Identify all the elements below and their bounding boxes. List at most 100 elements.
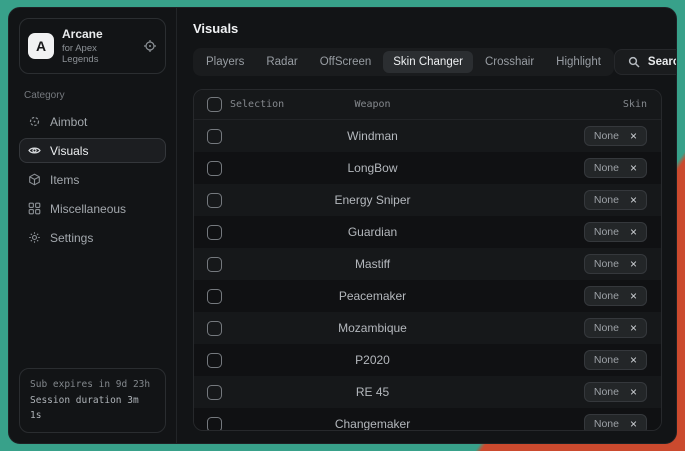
skin-value-label: None [594,418,619,430]
skin-value-label: None [594,162,619,174]
app-title: Arcane [62,27,135,41]
clear-skin-icon[interactable]: × [630,130,637,142]
tab-crosshair[interactable]: Crosshair [475,51,544,73]
row-checkbox[interactable] [207,225,222,240]
app-logo: A [28,33,54,59]
skin-select-badge[interactable]: None × [584,318,647,338]
clear-skin-icon[interactable]: × [630,418,637,430]
skin-value-label: None [594,258,619,270]
tab-highlight[interactable]: Highlight [546,51,611,73]
row-checkbox[interactable] [207,289,222,304]
sidebar-item-items[interactable]: Items [19,167,166,192]
row-skin-cell: None × [415,222,661,242]
table-row: PeacemakerNone× [194,280,661,312]
clear-skin-icon[interactable]: × [630,162,637,174]
app-subtitle: for Apex Legends [62,43,135,65]
weapon-name: RE 45 [330,385,415,399]
row-checkbox[interactable] [207,161,222,176]
sidebar: A Arcane for Apex Legends Category Aimbo… [9,8,177,443]
table-row: Mastiff None × [194,248,661,280]
table-body: WindmanNone×LongBowNone×Energy SniperNon… [194,120,661,431]
row-skin-cell: None× [415,350,661,370]
skin-select-badge[interactable]: None× [584,350,647,370]
weapon-name: P2020 [330,353,415,367]
table-row: P2020 None× [194,344,661,376]
sidebar-item-label: Visuals [50,144,88,158]
table-row: Energy Sniper None × [194,184,661,216]
gear-icon [28,231,41,244]
arcane-app-window: A Arcane for Apex Legends Category Aimbo… [8,7,677,444]
skin-select-badge[interactable]: None × [584,158,647,178]
row-checkbox[interactable] [207,193,222,208]
search-button[interactable]: Search [614,49,677,75]
skin-value-label: None [594,322,619,334]
page-title: Visuals [193,21,662,36]
skin-select-badge[interactable]: None× [584,286,647,306]
row-skin-cell: None× [415,286,661,306]
main-panel: Visuals PlayersRadarOffScreenSkin Change… [177,8,676,443]
row-checkbox[interactable] [207,417,222,432]
row-checkbox[interactable] [207,385,222,400]
sidebar-item-visuals[interactable]: Visuals [19,138,166,163]
tab-players[interactable]: Players [196,51,254,73]
skin-column-header: Skin [415,99,661,110]
search-icon [628,56,640,68]
skin-select-badge[interactable]: None × [584,222,647,242]
session-duration-text: Session duration 3m 1s [30,393,155,424]
clear-skin-icon[interactable]: × [630,322,637,334]
skin-value-label: None [594,226,619,238]
sidebar-item-miscellaneous[interactable]: Miscellaneous [19,196,166,221]
sidebar-item-settings[interactable]: Settings [19,225,166,250]
row-checkbox[interactable] [207,257,222,272]
sidebar-item-aimbot[interactable]: Aimbot [19,109,166,134]
tab-radar[interactable]: Radar [256,51,307,73]
weapon-name: Changemaker [330,417,415,431]
row-skin-cell: None × [415,190,661,210]
weapon-name: Mastiff [330,257,415,271]
table-row: Changemaker None × [194,408,661,431]
skin-select-badge[interactable]: None × [584,414,647,431]
weapon-name: Energy Sniper [330,193,415,207]
row-skin-cell: None × [415,318,661,338]
row-skin-cell: None× [415,126,661,146]
target-icon[interactable] [143,39,157,53]
tab-offscreen[interactable]: OffScreen [310,51,382,73]
table-row: RE 45 None× [194,376,661,408]
skin-select-badge[interactable]: None × [584,254,647,274]
brand-card: A Arcane for Apex Legends [19,18,166,74]
grid-icon [28,202,41,215]
brand-text: Arcane for Apex Legends [62,27,135,65]
select-all-checkbox[interactable] [207,97,222,112]
table-header-row: Selection Weapon Skin [194,90,661,120]
clear-skin-icon[interactable]: × [630,226,637,238]
subscription-info-card: Sub expires in 9d 23h Session duration 3… [19,368,166,433]
tab-skin-changer[interactable]: Skin Changer [383,51,473,73]
weapon-column-header: Weapon [330,99,415,110]
selection-column-header: Selection [230,99,330,110]
row-checkbox[interactable] [207,353,222,368]
clear-skin-icon[interactable]: × [630,290,637,302]
skin-value-label: None [594,194,619,206]
crosshair-icon [28,115,41,128]
skin-select-badge[interactable]: None× [584,382,647,402]
clear-skin-icon[interactable]: × [630,258,637,270]
tab-bar: PlayersRadarOffScreenSkin ChangerCrossha… [193,48,614,76]
sidebar-item-label: Aimbot [50,115,87,129]
sidebar-item-label: Items [50,173,79,187]
row-checkbox[interactable] [207,129,222,144]
search-button-label: Search [648,56,677,68]
clear-skin-icon[interactable]: × [630,194,637,206]
row-checkbox[interactable] [207,321,222,336]
clear-skin-icon[interactable]: × [630,354,637,366]
sub-expiry-text: Sub expires in 9d 23h [30,377,155,393]
row-skin-cell: None× [415,382,661,402]
sidebar-item-label: Miscellaneous [50,202,126,216]
clear-skin-icon[interactable]: × [630,386,637,398]
skin-select-badge[interactable]: None × [584,190,647,210]
skin-select-badge[interactable]: None× [584,126,647,146]
row-skin-cell: None × [415,414,661,431]
desktop-backdrop: A Arcane for Apex Legends Category Aimbo… [0,0,685,451]
table-row: LongBow None × [194,152,661,184]
weapon-name: Windman [330,129,415,143]
weapon-name: LongBow [330,161,415,175]
